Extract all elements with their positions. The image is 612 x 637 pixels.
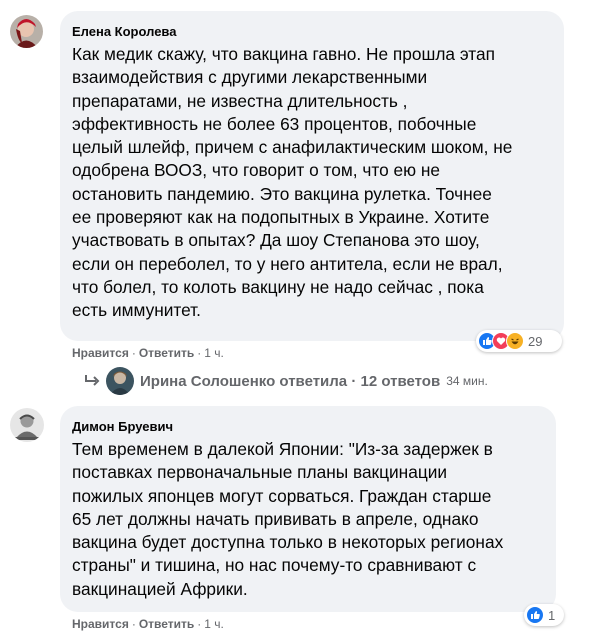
- comment-line: остановить пандемию. Это вакцина рулетка…: [72, 183, 492, 204]
- comment-line: если он переболел, то у него антитела, е…: [72, 253, 503, 274]
- comment-line: Как медик скажу, что вакцина гавно. Не п…: [72, 44, 495, 64]
- haha-icon: [506, 332, 524, 350]
- reply-time: 34 мин.: [446, 374, 488, 388]
- comment-actions: Нравится · Ответить · 1 ч.: [72, 617, 224, 631]
- like-icon: [526, 606, 544, 624]
- reaction-count: 1: [548, 607, 556, 623]
- comment-line: одобрена ВООЗ, что говорит о том, что ею…: [72, 160, 441, 181]
- reply-count: 12 ответов: [360, 372, 441, 390]
- view-replies-link[interactable]: Ирина Солошенко ответила · 12 ответов 34…: [84, 367, 488, 395]
- separator-dot: ·: [197, 346, 202, 360]
- comment-line: эффективность не более 63 процентов, поб…: [72, 113, 477, 134]
- separator-dot: ·: [131, 346, 136, 360]
- comment-time[interactable]: 1 ч.: [204, 617, 224, 631]
- comment-line: вакцинацией Африки.: [72, 578, 248, 599]
- separator-dot: ·: [351, 372, 357, 390]
- comment-line: есть иммунитет.: [72, 300, 201, 321]
- separator-dot: ·: [131, 617, 136, 631]
- comment-line: взаимодействия с другими лекарственными: [72, 67, 428, 88]
- reaction-summary[interactable]: 29: [476, 330, 562, 352]
- comment-bubble: Димон Бруевич Тем временем в далекой Япо…: [60, 406, 556, 612]
- comment-author[interactable]: Димон Бруевич: [72, 419, 173, 434]
- comment-line: что болел, то колоть вакцину не надо сей…: [72, 276, 484, 297]
- comment-text: Тем временем в далекой Японии: "Из-за за…: [72, 438, 556, 601]
- reply-button[interactable]: Ответить: [139, 346, 194, 360]
- comment-line: пожилых японцев могут сорваться. Граждан…: [72, 485, 492, 506]
- reaction-count: 29: [528, 333, 543, 349]
- comment-line: ее проверяют как на подопытных в Украине…: [72, 207, 490, 228]
- like-button[interactable]: Нравится: [72, 346, 129, 360]
- comment-bubble: Елена Королева Как медик скажу, что вакц…: [60, 11, 564, 341]
- avatar-dimon[interactable]: [10, 408, 44, 442]
- reply-button[interactable]: Ответить: [139, 617, 194, 631]
- comment-line: поставках первоначальные планы вакцинаци…: [72, 462, 448, 483]
- reaction-summary[interactable]: 1: [524, 604, 564, 626]
- avatar-elena[interactable]: [10, 15, 43, 48]
- comment-actions: Нравится · Ответить · 1 ч.: [72, 346, 224, 360]
- comment-text: Как медик скажу, что вакцина гавно. Не п…: [72, 43, 562, 323]
- comment-line: Тем временем в далекой Японии: "Из-за за…: [72, 439, 493, 459]
- comment-line: 65 лет должны начать прививать в апреле,…: [72, 508, 479, 529]
- comment-line: страны" и тишина, но нас почему-то сравн…: [72, 555, 477, 576]
- comment-line: участвовать в опытах? Да шоу Степанова э…: [72, 230, 480, 251]
- comment-line: препаратами, не известна длительность ,: [72, 90, 408, 111]
- reply-action: ответила: [279, 372, 348, 390]
- separator-dot: ·: [197, 617, 202, 631]
- comment-line: целый шлейф, причем с анафилактическим ш…: [72, 137, 513, 158]
- comment-line: вакцина будет доступна только в некоторы…: [72, 532, 504, 553]
- comment-time[interactable]: 1 ч.: [204, 346, 224, 360]
- reply-author: Ирина Солошенко: [140, 372, 276, 390]
- avatar-irina: [106, 367, 134, 395]
- comment-author[interactable]: Елена Королева: [72, 24, 176, 39]
- like-button[interactable]: Нравится: [72, 617, 129, 631]
- reply-arrow-icon: [84, 374, 102, 388]
